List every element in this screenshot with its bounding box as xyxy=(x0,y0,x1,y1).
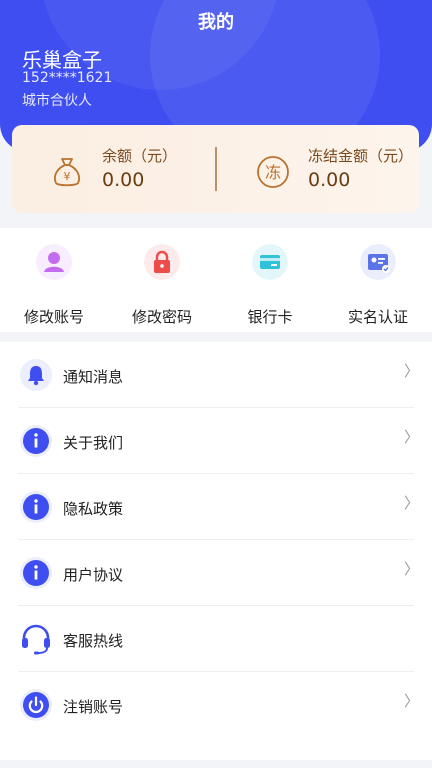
menu-item-label: 注销账号 xyxy=(63,698,124,716)
info-icon xyxy=(20,425,52,457)
menu-item-label: 隐私政策 xyxy=(63,500,124,518)
menu-item-customer-service[interactable]: 客服热线 xyxy=(0,606,432,672)
quick-action-label: 修改账号 xyxy=(23,308,84,326)
lock-icon xyxy=(144,244,180,280)
page-title: 我的 xyxy=(198,12,234,33)
balance-divider xyxy=(215,147,217,191)
info-icon xyxy=(20,491,52,523)
bell-icon xyxy=(20,359,52,391)
menu-item-user-agreement[interactable]: 用户协议 〉 xyxy=(0,540,432,606)
bank-card-icon xyxy=(252,244,288,280)
frozen-icon-char: 冻 xyxy=(265,163,281,182)
frozen-value: 0.00 xyxy=(308,169,351,191)
id-card-icon xyxy=(360,244,396,280)
quick-action-label: 修改密码 xyxy=(131,308,192,326)
edit-account-button[interactable]: 修改账号 xyxy=(0,244,108,326)
balance-icon-char: ¥ xyxy=(64,170,71,183)
menu-item-label: 通知消息 xyxy=(63,368,124,386)
menu-item-label: 客服热线 xyxy=(63,632,124,650)
user-role: 城市合伙人 xyxy=(22,93,92,109)
headset-icon xyxy=(22,624,50,655)
money-bag-icon: ¥ xyxy=(53,158,81,187)
menu-item-label: 关于我们 xyxy=(63,434,124,452)
menu-item-notifications[interactable]: 通知消息 〉 xyxy=(0,342,432,408)
quick-actions: 修改账号 修改密码 银行卡 实名认证 xyxy=(0,228,432,332)
quick-action-label: 银行卡 xyxy=(247,308,293,326)
menu-item-label: 用户协议 xyxy=(63,566,124,584)
balance-label: 余额（元） xyxy=(102,147,178,165)
change-password-button[interactable]: 修改密码 xyxy=(108,244,216,326)
frozen-label: 冻结金额（元） xyxy=(308,147,414,165)
chevron-right-icon: 〉 xyxy=(404,362,420,380)
chevron-right-icon: 〉 xyxy=(404,692,420,710)
menu-item-delete-account[interactable]: 注销账号 〉 xyxy=(0,672,432,738)
menu-item-privacy-policy[interactable]: 隐私政策 〉 xyxy=(0,474,432,540)
power-icon xyxy=(20,689,52,721)
frozen-icon: 冻 xyxy=(257,156,289,188)
balance-value: 0.00 xyxy=(102,169,145,191)
chevron-right-icon: 〉 xyxy=(404,494,420,512)
user-name: 乐巢盒子 xyxy=(22,48,102,72)
user-icon xyxy=(36,244,72,280)
info-icon xyxy=(20,557,52,589)
verify-identity-button[interactable]: 实名认证 xyxy=(324,244,432,326)
quick-action-label: 实名认证 xyxy=(347,308,408,326)
menu-item-about[interactable]: 关于我们 〉 xyxy=(0,408,432,474)
menu-list: 通知消息 〉 关于我们 〉 隐私政策 〉 用户协议 〉 客服热线 注销账号 〉 xyxy=(0,342,432,760)
chevron-right-icon: 〉 xyxy=(404,560,420,578)
user-phone: 152****1621 xyxy=(22,70,113,86)
chevron-right-icon: 〉 xyxy=(404,428,420,446)
bank-card-button[interactable]: 银行卡 xyxy=(216,244,324,326)
balance-card: ¥ 余额（元） 0.00 冻 冻结金额（元） 0.00 xyxy=(12,125,419,213)
